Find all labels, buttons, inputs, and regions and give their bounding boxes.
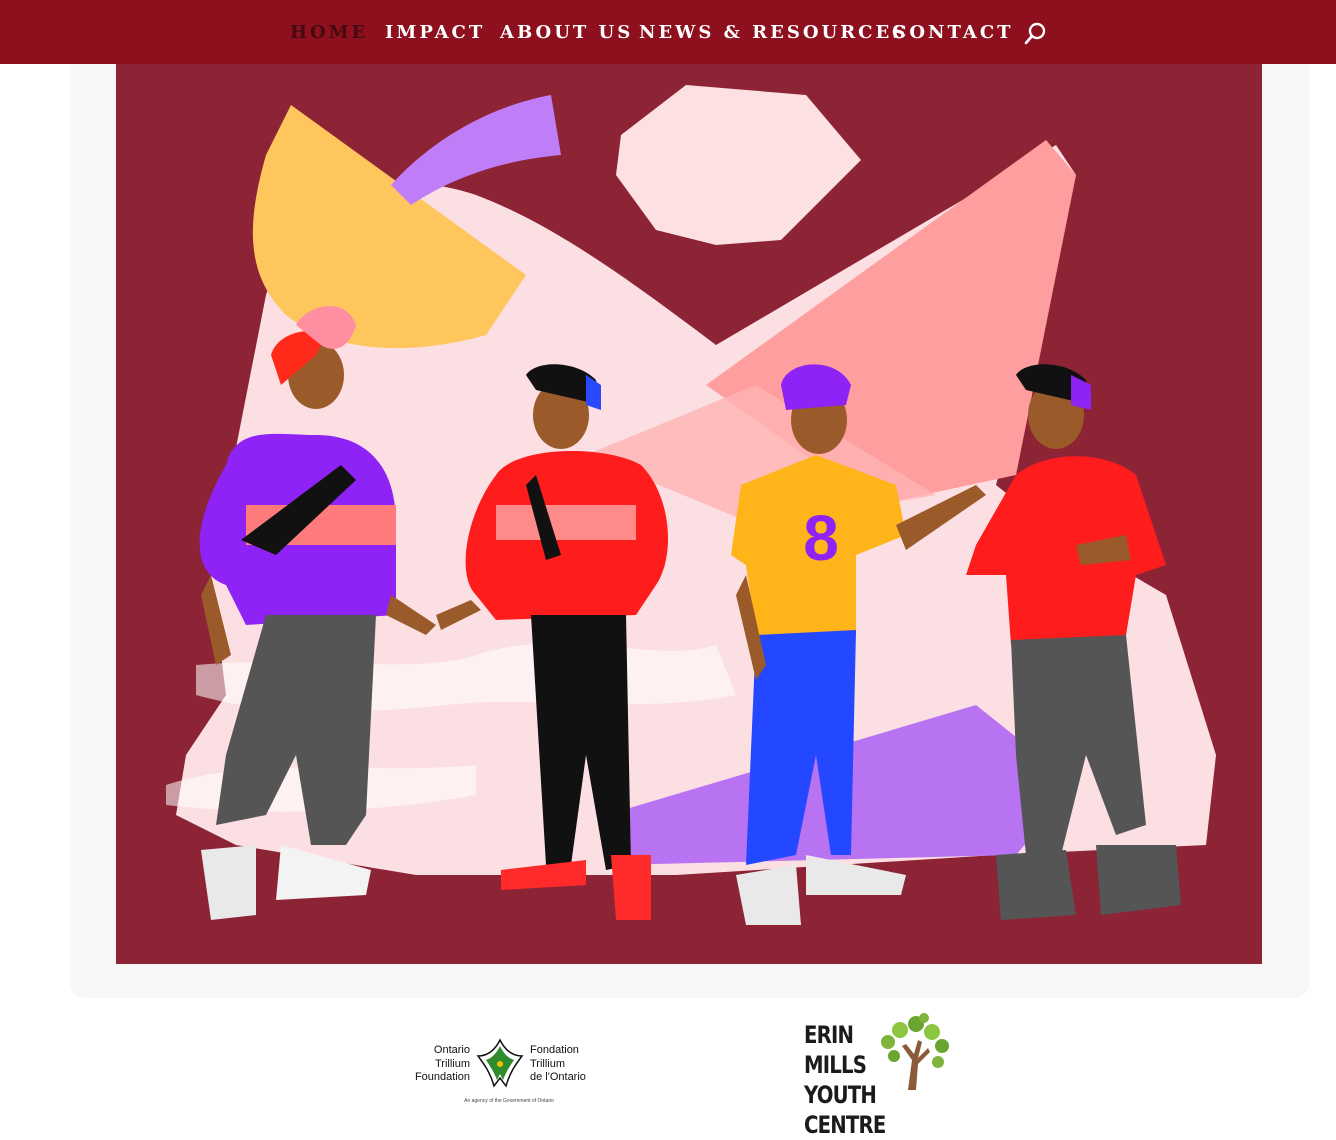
- nav-impact[interactable]: IMPACT: [385, 22, 485, 43]
- tree-icon: [881, 1013, 949, 1090]
- otf-right-text: Fondation Trillium de l'Ontario: [530, 1044, 586, 1083]
- hero-illustration: 8: [116, 55, 1262, 964]
- trillium-icon: [476, 1038, 524, 1088]
- jersey-number: 8: [803, 502, 839, 574]
- top-navbar: HOME IMPACT ABOUT US NEWS & RESOURCES CO…: [0, 0, 1336, 64]
- otf-left-text: Ontario Trillium Foundation: [414, 1044, 470, 1083]
- nav-home[interactable]: HOME: [290, 22, 368, 43]
- search-icon[interactable]: [1022, 20, 1048, 46]
- emyc-logo[interactable]: ERIN MILLS YOUTH CENTRE: [800, 1012, 960, 1139]
- otf-tagline: An agency of the Government of Ontario: [464, 1098, 554, 1104]
- footer-logos: [0, 1000, 1336, 1111]
- nav-about-us[interactable]: ABOUT US: [500, 22, 633, 43]
- nav-news-resources[interactable]: NEWS & RESOURCES: [639, 22, 908, 43]
- illustration-svg: 8: [116, 55, 1262, 964]
- nav-contact[interactable]: CONTACT: [892, 22, 1014, 43]
- otf-logo[interactable]: Ontario Trillium Foundation Fondation Tr…: [414, 1038, 594, 1111]
